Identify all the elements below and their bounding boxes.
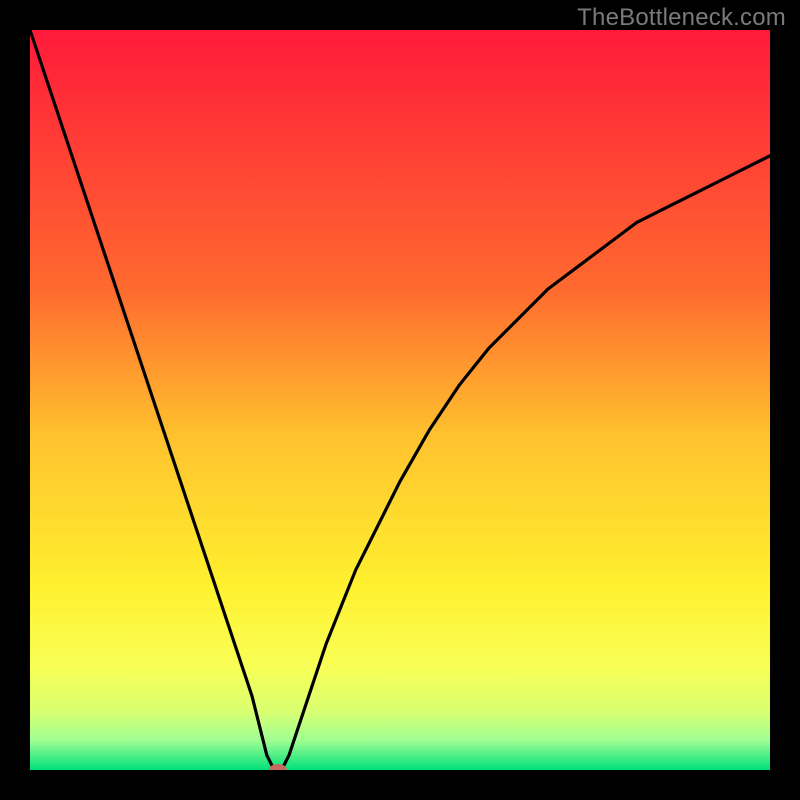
plot-area	[30, 30, 770, 770]
chart-frame: TheBottleneck.com	[0, 0, 800, 800]
plot-svg	[30, 30, 770, 770]
gradient-background	[30, 30, 770, 770]
watermark-text: TheBottleneck.com	[577, 4, 786, 32]
